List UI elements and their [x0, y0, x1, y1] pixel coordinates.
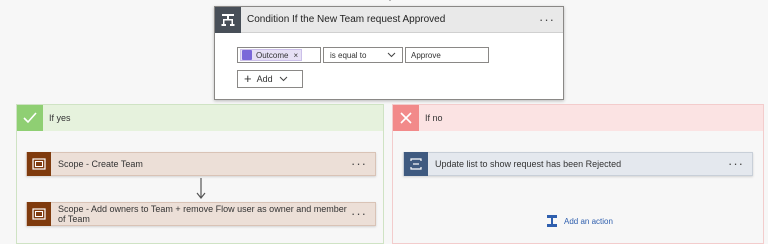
plus-icon: +	[244, 71, 252, 86]
scope-icon	[27, 152, 51, 176]
update-list-title: Update list to show request has been Rej…	[435, 159, 622, 169]
operator-select[interactable]: is equal to	[323, 47, 403, 63]
check-icon	[17, 105, 43, 131]
scope-create-team-title: Scope - Create Team	[58, 159, 143, 169]
scope-add-owners-menu[interactable]: ···	[351, 207, 375, 220]
branch-no-header: If no	[393, 105, 763, 131]
add-button-label: Add	[256, 74, 273, 84]
branch-no-label: If no	[425, 113, 443, 123]
scope-icon	[27, 202, 51, 226]
condition-left-operand[interactable]: Outcome ×	[237, 47, 321, 63]
condition-more-menu[interactable]: ···	[539, 13, 563, 26]
x-icon	[393, 105, 419, 131]
condition-icon	[215, 6, 241, 33]
add-condition-button[interactable]: + Add	[237, 70, 303, 88]
add-an-action-link[interactable]: Add an action	[546, 214, 613, 228]
operator-value: is equal to	[330, 50, 367, 60]
update-list-card[interactable]: Update list to show request has been Rej…	[403, 152, 753, 176]
chevron-down-icon	[387, 52, 396, 58]
outcome-token[interactable]: Outcome ×	[240, 49, 303, 61]
scope-add-owners-title: Scope - Add owners to Team + remove Flow…	[58, 204, 347, 224]
scope-create-team-menu[interactable]: ···	[351, 157, 375, 170]
scope-create-team-card[interactable]: Scope - Create Team ···	[26, 152, 376, 176]
connector-arrow-top	[389, 0, 391, 1]
condition-header[interactable]: Condition If the New Team request Approv…	[215, 6, 563, 33]
token-label: Outcome	[256, 50, 289, 60]
connector-arrow-yes	[196, 178, 206, 199]
dynamic-content-icon	[242, 50, 252, 60]
condition-card: Condition If the New Team request Approv…	[214, 6, 564, 100]
condition-value-input[interactable]: Approve	[405, 47, 489, 63]
scope-add-owners-card[interactable]: Scope - Add owners to Team + remove Flow…	[26, 202, 376, 226]
sharepoint-list-icon	[404, 152, 428, 176]
token-remove-icon[interactable]: ×	[293, 51, 298, 60]
chevron-down-icon	[279, 76, 287, 82]
condition-row: Outcome × is equal to Approve	[237, 47, 489, 63]
condition-title: Condition If the New Team request Approv…	[247, 14, 446, 25]
add-an-action-label: Add an action	[564, 216, 613, 226]
branch-yes-label: If yes	[49, 113, 71, 123]
branch-yes-header: If yes	[17, 105, 383, 131]
condition-value: Approve	[411, 50, 441, 60]
update-list-menu[interactable]: ···	[728, 157, 752, 170]
add-action-icon	[547, 215, 557, 227]
